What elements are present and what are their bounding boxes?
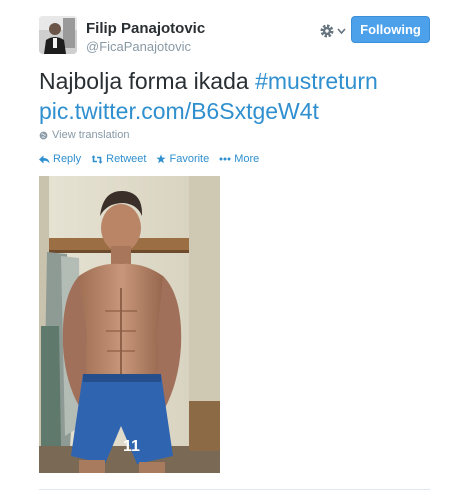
- user-name[interactable]: Filip Panajotovic: [86, 20, 205, 37]
- more-label: More: [234, 153, 260, 165]
- more-button[interactable]: More: [219, 153, 259, 165]
- gear-icon: [320, 24, 334, 38]
- more-dots-icon: [219, 157, 231, 161]
- favorite-label: Favorite: [169, 153, 210, 165]
- star-icon: [156, 154, 167, 164]
- view-translation-label: View translation: [52, 129, 130, 141]
- following-button[interactable]: Following: [351, 16, 430, 43]
- tweet-text-body: Najbolja forma ikada: [39, 68, 249, 94]
- avatar[interactable]: [39, 16, 77, 54]
- chevron-down-icon: [337, 28, 346, 35]
- reply-label: Reply: [53, 153, 82, 165]
- tweet-text: Najbolja forma ikada #mustreturn pic.twi…: [39, 66, 459, 126]
- favorite-button[interactable]: Favorite: [156, 153, 209, 165]
- reply-button[interactable]: Reply: [39, 153, 81, 165]
- view-translation[interactable]: View translation: [39, 129, 129, 141]
- reply-icon: [39, 155, 50, 163]
- tweet: Filip Panajotovic @FicaPanajotovic Follo…: [0, 0, 468, 494]
- user-actions-menu[interactable]: [318, 21, 348, 41]
- svg-text:11: 11: [123, 438, 140, 455]
- tweet-photo[interactable]: 11: [39, 176, 220, 473]
- tweet-divider: [39, 489, 430, 490]
- photo-image: 11: [39, 176, 220, 473]
- retweet-button[interactable]: Retweet: [91, 153, 146, 165]
- avatar-image: [39, 16, 77, 54]
- hashtag-link[interactable]: #mustreturn: [255, 68, 378, 94]
- pic-link[interactable]: pic.twitter.com/B6SxtgeW4t: [39, 98, 319, 124]
- retweet-icon: [91, 154, 103, 164]
- retweet-label: Retweet: [106, 153, 147, 165]
- tweet-actions: Reply Retweet Favorite More: [39, 153, 259, 165]
- user-handle[interactable]: @FicaPanajotovic: [86, 39, 191, 54]
- globe-icon: [39, 131, 48, 139]
